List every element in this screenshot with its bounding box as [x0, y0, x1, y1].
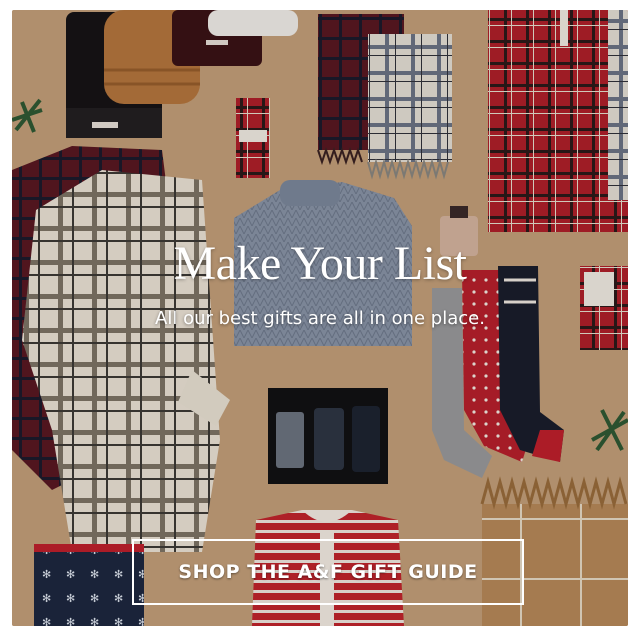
hero-subheadline: All our best gifts are all in one place. — [155, 308, 485, 329]
shop-gift-guide-button[interactable]: SHOP THE A&F GIFT GUIDE — [132, 539, 524, 605]
hero-banner[interactable]: ✻ — [12, 10, 628, 626]
shop-gift-guide-label: SHOP THE A&F GIFT GUIDE — [178, 561, 478, 583]
hero-headline: Make Your List — [173, 237, 467, 290]
